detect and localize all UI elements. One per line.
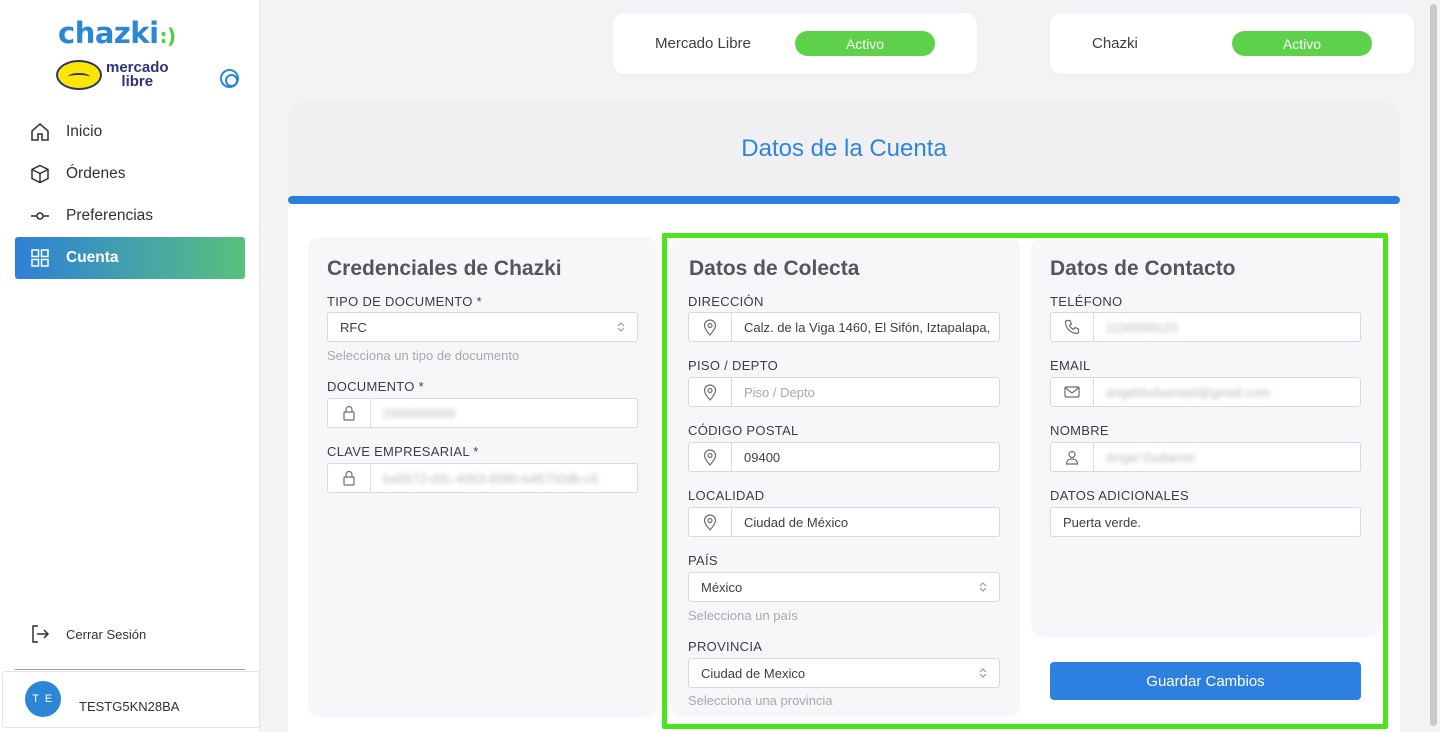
logout-button[interactable]: Cerrar Sesión [30,624,146,644]
grid-icon [30,248,50,268]
section-title: Datos de Contacto [1050,257,1236,280]
status-badge: Activo [795,31,935,56]
logout-icon [30,624,50,644]
field-label: DATOS ADICIONALES [1050,488,1189,503]
lock-icon [328,464,371,492]
phone-icon [1051,313,1094,341]
field-label: PAÍS [688,553,718,568]
user-icon [1051,443,1094,471]
nav-item-cuenta[interactable]: Cuenta [15,237,245,279]
phone-field[interactable]: 1156568123 [1050,312,1361,342]
contact-panel: Datos de Contacto TELÉFONO 1156568123 EM… [1031,237,1381,637]
field-label: PISO / DEPTO [688,358,779,373]
map-pin-icon [689,443,732,471]
title-underline [288,196,1400,204]
status-label: Mercado Libre [655,35,751,52]
section-title: Datos de Colecta [689,257,860,280]
scrollbar[interactable] [1430,4,1437,726]
help-text: Selecciona un tipo de documento [327,348,520,363]
home-icon [30,122,50,142]
name-field[interactable]: Angel Dudamel [1050,442,1361,472]
select-arrows-icon [979,668,987,678]
user-profile[interactable]: T E TESTG5KN28BA [2,671,260,728]
nav-item-inicio[interactable]: Inicio [15,111,245,153]
map-pin-icon [689,378,732,406]
field-label: CLAVE EMPRESARIAL * [327,444,479,459]
user-name: TESTG5KN28BA [79,699,180,714]
map-pin-icon [689,313,732,341]
document-type-select[interactable]: RFC [327,312,638,342]
status-label: Chazki [1092,35,1138,52]
floor-field[interactable]: Piso / Depto [688,377,1000,407]
locality-field[interactable]: Ciudad de México [688,507,1000,537]
document-field[interactable]: 2000000009 [327,398,638,428]
status-badge: Activo [1232,31,1372,56]
select-arrows-icon [617,322,625,332]
field-label: CÓDIGO POSTAL [688,423,799,438]
sidebar-divider [15,669,245,670]
field-label: TIPO DE DOCUMENTO * [327,294,482,309]
email-field[interactable]: angelduduenasl@gmail.com [1050,377,1361,407]
save-button[interactable]: Guardar Cambios [1050,662,1361,700]
province-select[interactable]: Ciudad de Mexico [688,658,1000,688]
nav-item-ordenes[interactable]: Órdenes [15,153,245,195]
sidebar: chazki:) mercado libre Inicio Órdenes Pre… [0,0,260,732]
mercado-libre-logo: mercado libre [56,60,169,90]
field-label: DIRECCIÓN [688,294,764,309]
package-icon [30,164,50,184]
business-key-field[interactable]: ba5672-d2c-4063-8080-b46750db-c6 [327,463,638,493]
postal-code-field[interactable]: 09400 [688,442,1000,472]
status-card-chazki: Chazki Activo [1050,13,1414,74]
country-select[interactable]: México [688,572,1000,602]
credentials-panel: Credenciales de Chazki TIPO DE DOCUMENTO… [308,237,658,717]
field-label: EMAIL [1050,358,1091,373]
field-label: LOCALIDAD [688,488,765,503]
handshake-icon [56,60,102,90]
mail-icon [1051,378,1094,406]
sidebar-toggle-icon[interactable] [220,69,239,88]
main-nav: Inicio Órdenes Preferencias Cuenta [15,111,245,279]
map-pin-icon [689,508,732,536]
field-label: DOCUMENTO * [327,379,424,394]
field-label: TELÉFONO [1050,294,1123,309]
page-title: Datos de la Cuenta [288,102,1400,196]
pickup-panel: Datos de Colecta DIRECCIÓN Calz. de la V… [670,237,1020,717]
nav-item-preferencias[interactable]: Preferencias [15,195,245,237]
sliders-icon [30,206,50,226]
address-field[interactable]: Calz. de la Viga 1460, El Sifón, Iztapal… [688,312,1000,342]
status-card-mercado-libre: Mercado Libre Activo [613,13,977,74]
additional-info-field[interactable]: Puerta verde. [1050,507,1361,537]
section-title: Credenciales de Chazki [327,257,562,280]
help-text: Selecciona un país [688,608,798,623]
avatar: T E [25,681,61,717]
field-label: NOMBRE [1050,423,1109,438]
chazki-logo[interactable]: chazki:) [58,16,176,50]
field-label: PROVINCIA [688,639,763,654]
help-text: Selecciona una provincia [688,693,833,708]
lock-icon [328,399,371,427]
select-arrows-icon [979,582,987,592]
